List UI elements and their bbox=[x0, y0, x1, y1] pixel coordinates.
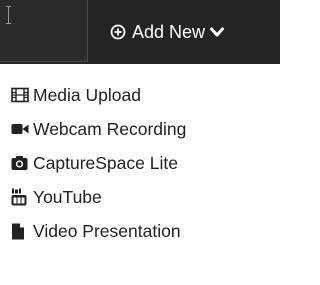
menu-item-label: YouTube bbox=[33, 186, 102, 207]
text-cursor-icon bbox=[6, 6, 11, 24]
film-icon bbox=[11, 86, 31, 104]
add-new-dropdown-menu: Media Upload Webcam Recording CaptureSpa… bbox=[0, 78, 280, 248]
plus-circle-icon bbox=[110, 24, 126, 40]
camera-icon bbox=[11, 154, 31, 172]
menu-item-webcam-recording[interactable]: Webcam Recording bbox=[0, 112, 280, 146]
menu-item-media-upload[interactable]: Media Upload bbox=[0, 78, 280, 112]
menu-item-video-presentation[interactable]: Video Presentation bbox=[0, 214, 280, 248]
document-icon bbox=[11, 222, 31, 240]
menu-item-capturespace-lite[interactable]: CaptureSpace Lite bbox=[0, 146, 280, 180]
search-input[interactable] bbox=[0, 0, 88, 62]
chevron-down-icon bbox=[209, 24, 225, 40]
menu-item-label: Webcam Recording bbox=[33, 118, 187, 139]
menu-item-label: CaptureSpace Lite bbox=[33, 152, 178, 173]
top-bar: Add New bbox=[0, 0, 280, 64]
youtube-icon bbox=[11, 188, 31, 206]
add-new-label: Add New bbox=[132, 21, 206, 42]
add-new-button[interactable]: Add New bbox=[110, 18, 225, 46]
menu-item-youtube[interactable]: YouTube bbox=[0, 180, 280, 214]
video-camera-icon bbox=[11, 120, 31, 138]
menu-item-label: Media Upload bbox=[33, 84, 141, 105]
menu-item-label: Video Presentation bbox=[33, 220, 181, 241]
